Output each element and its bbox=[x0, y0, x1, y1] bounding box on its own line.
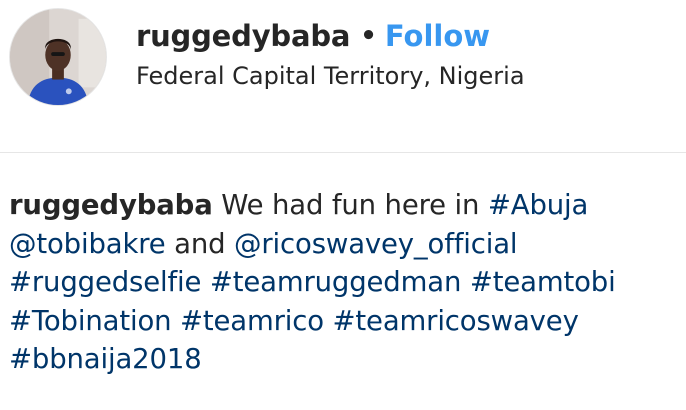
hashtag-link[interactable]: #teamruggedman bbox=[210, 266, 462, 298]
follow-button[interactable]: Follow bbox=[385, 19, 490, 53]
post-caption: ruggedybaba We had fun here in #Abuja @t… bbox=[9, 186, 681, 379]
separator-dot: • bbox=[360, 21, 377, 51]
caption-line: @tobibakre and @ricoswavey_official bbox=[9, 225, 681, 264]
post-header: ruggedybaba • Follow Federal Capital Ter… bbox=[0, 0, 686, 150]
caption-text: We had fun here in bbox=[221, 189, 480, 221]
caption-text: and bbox=[174, 227, 226, 260]
hashtag-link[interactable]: #teamricoswavey bbox=[333, 305, 579, 337]
caption-line: #bbnaija2018 bbox=[9, 340, 681, 379]
name-row: ruggedybaba • Follow bbox=[136, 14, 490, 58]
hashtag-link[interactable]: #ruggedselfie bbox=[9, 266, 201, 298]
caption-line: #Tobination #teamrico #teamricoswavey bbox=[9, 302, 681, 341]
mention-link[interactable]: @tobibakre bbox=[9, 228, 166, 260]
caption-line: ruggedybaba We had fun here in #Abuja bbox=[9, 186, 681, 225]
hashtag-link[interactable]: #Abuja bbox=[488, 189, 588, 221]
hashtag-link[interactable]: #Tobination bbox=[9, 305, 172, 337]
hashtag-link[interactable]: #teamtobi bbox=[470, 266, 616, 298]
divider bbox=[0, 152, 686, 153]
mention-link[interactable]: @ricoswavey_official bbox=[234, 228, 518, 260]
caption-line: #ruggedselfie #teamruggedman #teamtobi bbox=[9, 263, 681, 302]
hashtag-link[interactable]: #teamrico bbox=[180, 305, 324, 337]
hashtag-link[interactable]: #bbnaija2018 bbox=[9, 343, 202, 375]
profile-photo bbox=[10, 9, 106, 105]
username-link[interactable]: ruggedybaba bbox=[136, 19, 350, 53]
location-link[interactable]: Federal Capital Territory, Nigeria bbox=[136, 62, 525, 90]
avatar[interactable] bbox=[9, 8, 107, 106]
caption-username[interactable]: ruggedybaba bbox=[9, 189, 213, 221]
